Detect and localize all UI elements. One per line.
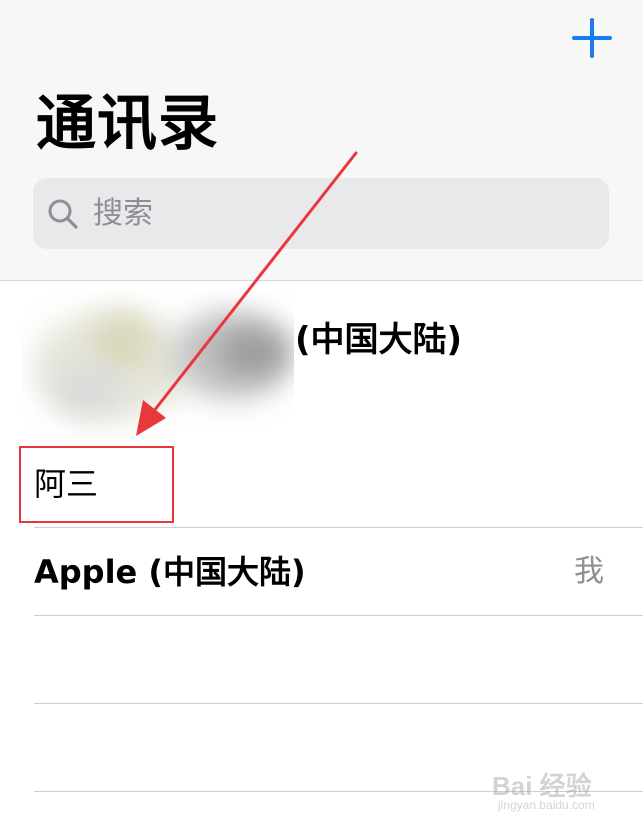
row-divider [34, 527, 643, 528]
my-card-region: (中国大陆) [295, 320, 463, 360]
me-badge: 我 [574, 554, 604, 589]
row-divider [34, 615, 643, 616]
contacts-screen: 通讯录 搜索 (中国大陆) 阿三 Apple (中国大陆) 我 Bai 经验 j… [0, 0, 643, 833]
plus-icon [572, 18, 612, 58]
my-card-blurred-photo[interactable] [22, 290, 294, 440]
page-title: 通讯录 [36, 89, 219, 159]
baidu-jingyan-watermark: Bai 经验 jingyan.baidu.com [492, 762, 632, 820]
search-placeholder: 搜索 [93, 196, 153, 231]
navigation-header: 通讯录 搜索 [0, 0, 643, 281]
contact-name[interactable]: Apple (中国大陆) [34, 548, 306, 596]
search-input[interactable]: 搜索 [33, 178, 609, 249]
add-contact-button[interactable] [570, 16, 614, 60]
row-divider [34, 703, 643, 704]
watermark-url: jingyan.baidu.com [498, 798, 595, 812]
annotation-highlight-box [19, 446, 174, 523]
magnifier-icon [48, 199, 78, 229]
